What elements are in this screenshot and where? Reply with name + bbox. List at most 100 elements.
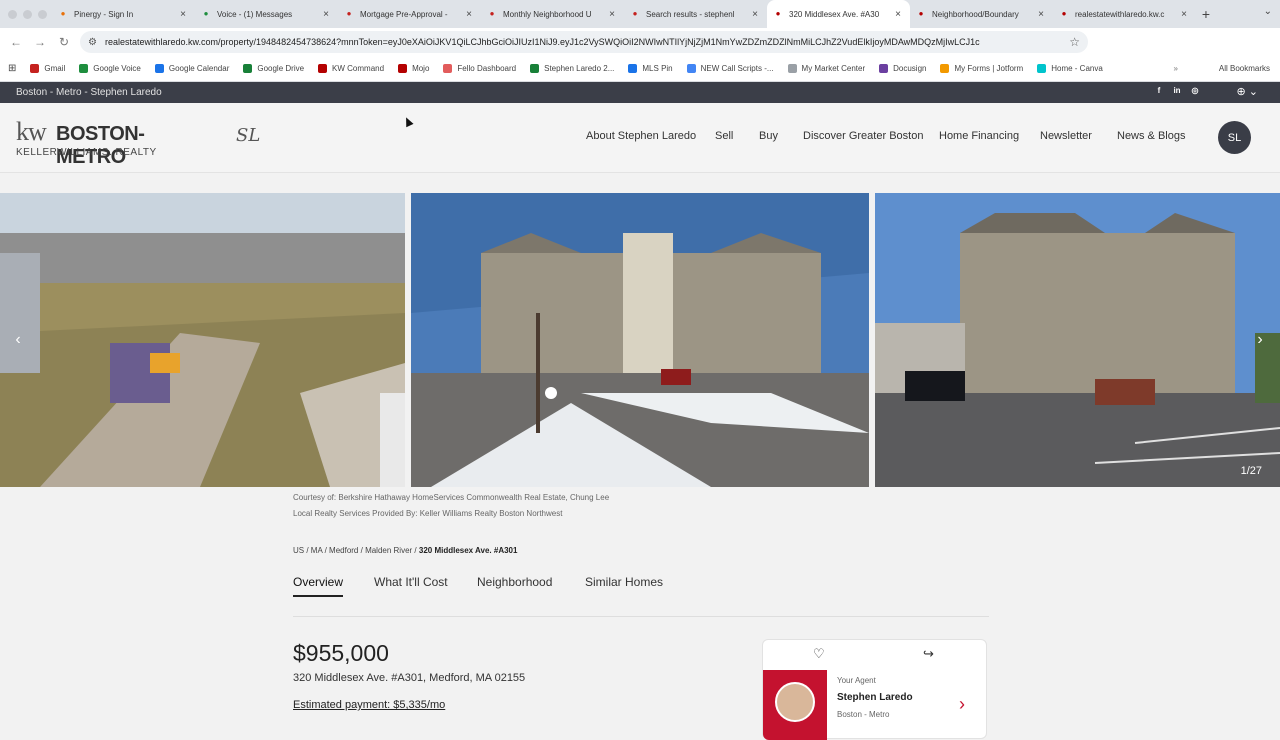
nav-buy[interactable]: Buy bbox=[759, 130, 778, 142]
browser-tab[interactable]: ● realestatewithlaredo.kw.c × bbox=[1053, 0, 1196, 28]
nav-discover-greater-boston[interactable]: Discover Greater Boston bbox=[803, 130, 923, 142]
window-controls[interactable] bbox=[0, 9, 52, 19]
close-tab-icon[interactable]: × bbox=[1035, 9, 1047, 20]
user-avatar[interactable]: SL bbox=[1218, 121, 1251, 154]
browser-tab[interactable]: ● 320 Middlesex Ave. #A30 × bbox=[767, 0, 910, 28]
site-info-icon[interactable]: ⚙ bbox=[88, 37, 97, 48]
breadcrumb-us[interactable]: US bbox=[293, 546, 304, 555]
bookmark-item[interactable]: NEW Call Scripts -... bbox=[686, 64, 774, 73]
bookmark-favicon-icon bbox=[443, 64, 453, 73]
bookmark-item[interactable]: Docusign bbox=[879, 64, 926, 73]
breadcrumb-malden-river[interactable]: Malden River bbox=[365, 546, 412, 555]
bookmark-item[interactable]: Gmail bbox=[30, 64, 65, 73]
browser-tab[interactable]: ● Mortgage Pre-Approval - × bbox=[338, 0, 481, 28]
bookmark-item[interactable]: Google Voice bbox=[79, 64, 141, 73]
browser-tab[interactable]: ● Voice - (1) Messages × bbox=[195, 0, 338, 28]
bookmark-favicon-icon bbox=[398, 64, 408, 73]
favorite-heart-icon[interactable]: ♡ bbox=[813, 646, 825, 662]
nav-news-blogs[interactable]: News & Blogs bbox=[1117, 130, 1185, 142]
tab-what-it-ll-cost[interactable]: What It'll Cost bbox=[374, 575, 448, 595]
url-text[interactable]: realestatewithlaredo.kw.com/property/194… bbox=[105, 37, 1069, 47]
bookmark-item[interactable]: Google Drive bbox=[243, 64, 304, 73]
browser-tab[interactable]: ● Search results - stephenl × bbox=[624, 0, 767, 28]
browser-tab-title: realestatewithlaredo.kw.c bbox=[1075, 9, 1165, 19]
bookmark-label: Docusign bbox=[893, 64, 927, 73]
browser-tab[interactable]: ● Pinergy - Sign In × bbox=[52, 0, 195, 28]
back-icon[interactable]: ← bbox=[4, 35, 28, 49]
kw-boston-metro-logo[interactable]: kw BOSTON-METRO KELLERWILLIAMS. REALTY bbox=[16, 117, 206, 168]
bookmark-item[interactable]: My Forms | Jotform bbox=[940, 64, 1023, 73]
share-icon[interactable]: ↪ bbox=[923, 646, 934, 662]
bookmark-item[interactable]: Google Calendar bbox=[154, 64, 229, 73]
reload-icon[interactable]: ↻ bbox=[52, 35, 76, 49]
close-tab-icon[interactable]: × bbox=[749, 9, 761, 20]
site-brand-line: Boston - Metro - Stephen Laredo bbox=[16, 87, 162, 98]
breadcrumb-ma[interactable]: MA bbox=[311, 546, 323, 555]
tab-similar-homes[interactable]: Similar Homes bbox=[585, 575, 663, 595]
close-tab-icon[interactable]: × bbox=[1178, 9, 1190, 20]
carousel-next-icon[interactable]: › bbox=[1248, 328, 1272, 352]
close-tab-icon[interactable]: × bbox=[177, 9, 189, 20]
nav-about[interactable]: About Stephen Laredo bbox=[586, 130, 696, 142]
forward-icon[interactable]: → bbox=[28, 35, 52, 49]
kw-icon: ● bbox=[918, 9, 924, 18]
chevron-right-icon[interactable]: › bbox=[959, 694, 965, 715]
close-tab-icon[interactable]: × bbox=[463, 9, 475, 20]
all-bookmarks-link[interactable]: All Bookmarks bbox=[1219, 64, 1270, 73]
nav-home-financing[interactable]: Home Financing bbox=[939, 130, 1019, 142]
tab-overview[interactable]: Overview bbox=[293, 575, 344, 597]
bookmark-item[interactable]: KW Command bbox=[318, 64, 384, 73]
pinergy-icon: ● bbox=[60, 9, 66, 18]
browser-tab-title: Search results - stephenl bbox=[646, 9, 735, 19]
close-tab-icon[interactable]: × bbox=[320, 9, 332, 20]
agent-photo bbox=[763, 670, 827, 740]
agent-name[interactable]: Stephen Laredo bbox=[837, 692, 913, 703]
linkedin-icon[interactable]: in bbox=[1172, 86, 1182, 96]
estimated-payment-link[interactable]: Estimated payment: $5,335/mo bbox=[293, 699, 445, 711]
logo-city-text: BOSTON-METRO bbox=[56, 123, 145, 168]
close-tab-icon[interactable]: × bbox=[892, 9, 904, 20]
nav-newsletter[interactable]: Newsletter bbox=[1040, 130, 1092, 142]
tab-neighborhood[interactable]: Neighborhood bbox=[477, 575, 552, 595]
local-services-credit: Local Realty Services Provided By: Kelle… bbox=[293, 509, 563, 518]
listing-price: $955,000 bbox=[293, 640, 389, 666]
carousel-prev-icon[interactable]: ‹ bbox=[6, 328, 30, 352]
bookmark-label: KW Command bbox=[332, 64, 385, 73]
bookmark-star-icon[interactable]: ☆ bbox=[1069, 35, 1080, 49]
instagram-icon[interactable]: ◎ bbox=[1190, 86, 1200, 96]
tab-search-icon[interactable]: ⌄ bbox=[1264, 6, 1272, 17]
kw-icon: ● bbox=[775, 9, 781, 18]
language-selector-icon[interactable]: ⊕ ⌄ bbox=[1237, 85, 1259, 98]
listing-photo-building-front[interactable] bbox=[411, 193, 869, 487]
browser-tab-title: 320 Middlesex Ave. #A30 bbox=[789, 9, 880, 19]
bookmark-item[interactable]: MLS Pin bbox=[628, 64, 673, 73]
listing-address: 320 Middlesex Ave. #A301, Medford, MA 02… bbox=[293, 672, 526, 684]
bookmark-label: Fello Dashboard bbox=[457, 64, 517, 73]
address-bar-row: ← → ↻ ⚙ realestatewithlaredo.kw.com/prop… bbox=[0, 28, 1280, 77]
bookmark-favicon-icon bbox=[686, 64, 696, 73]
browser-tab-title: Voice - (1) Messages bbox=[217, 9, 293, 19]
listing-photo-building-side[interactable] bbox=[875, 193, 1280, 487]
listing-photo-playground[interactable] bbox=[0, 193, 405, 487]
bookmark-item[interactable]: Fello Dashboard bbox=[443, 64, 516, 73]
apps-grid-icon[interactable]: ⊞ bbox=[8, 63, 16, 74]
bookmark-favicon-icon bbox=[940, 64, 950, 73]
facebook-icon[interactable]: f bbox=[1154, 86, 1164, 96]
bookmark-item[interactable]: Mojo bbox=[398, 64, 429, 73]
close-tab-icon[interactable]: × bbox=[606, 9, 618, 20]
new-tab-button[interactable]: + bbox=[1196, 6, 1216, 22]
bookmark-favicon-icon bbox=[30, 64, 40, 73]
bookmark-item[interactable]: Home - Canva bbox=[1037, 64, 1103, 73]
breadcrumb-medford[interactable]: Medford bbox=[329, 546, 358, 555]
browser-tab[interactable]: ● Neighborhood/Boundary × bbox=[910, 0, 1053, 28]
browser-tab[interactable]: ● Monthly Neighborhood U × bbox=[481, 0, 624, 28]
bookmark-label: Gmail bbox=[44, 64, 66, 73]
bookmark-item[interactable]: Stephen Laredo 2... bbox=[530, 64, 614, 73]
bookmark-item[interactable]: My Market Center bbox=[787, 64, 865, 73]
nav-sell[interactable]: Sell bbox=[715, 130, 733, 142]
bookmark-favicon-icon bbox=[154, 64, 164, 73]
browser-tab-title: Mortgage Pre-Approval - bbox=[360, 9, 448, 19]
url-omnibox[interactable]: ⚙ realestatewithlaredo.kw.com/property/1… bbox=[80, 31, 1088, 53]
more-bookmarks-icon[interactable]: » bbox=[1174, 64, 1178, 73]
gmail-icon: ● bbox=[632, 9, 638, 18]
